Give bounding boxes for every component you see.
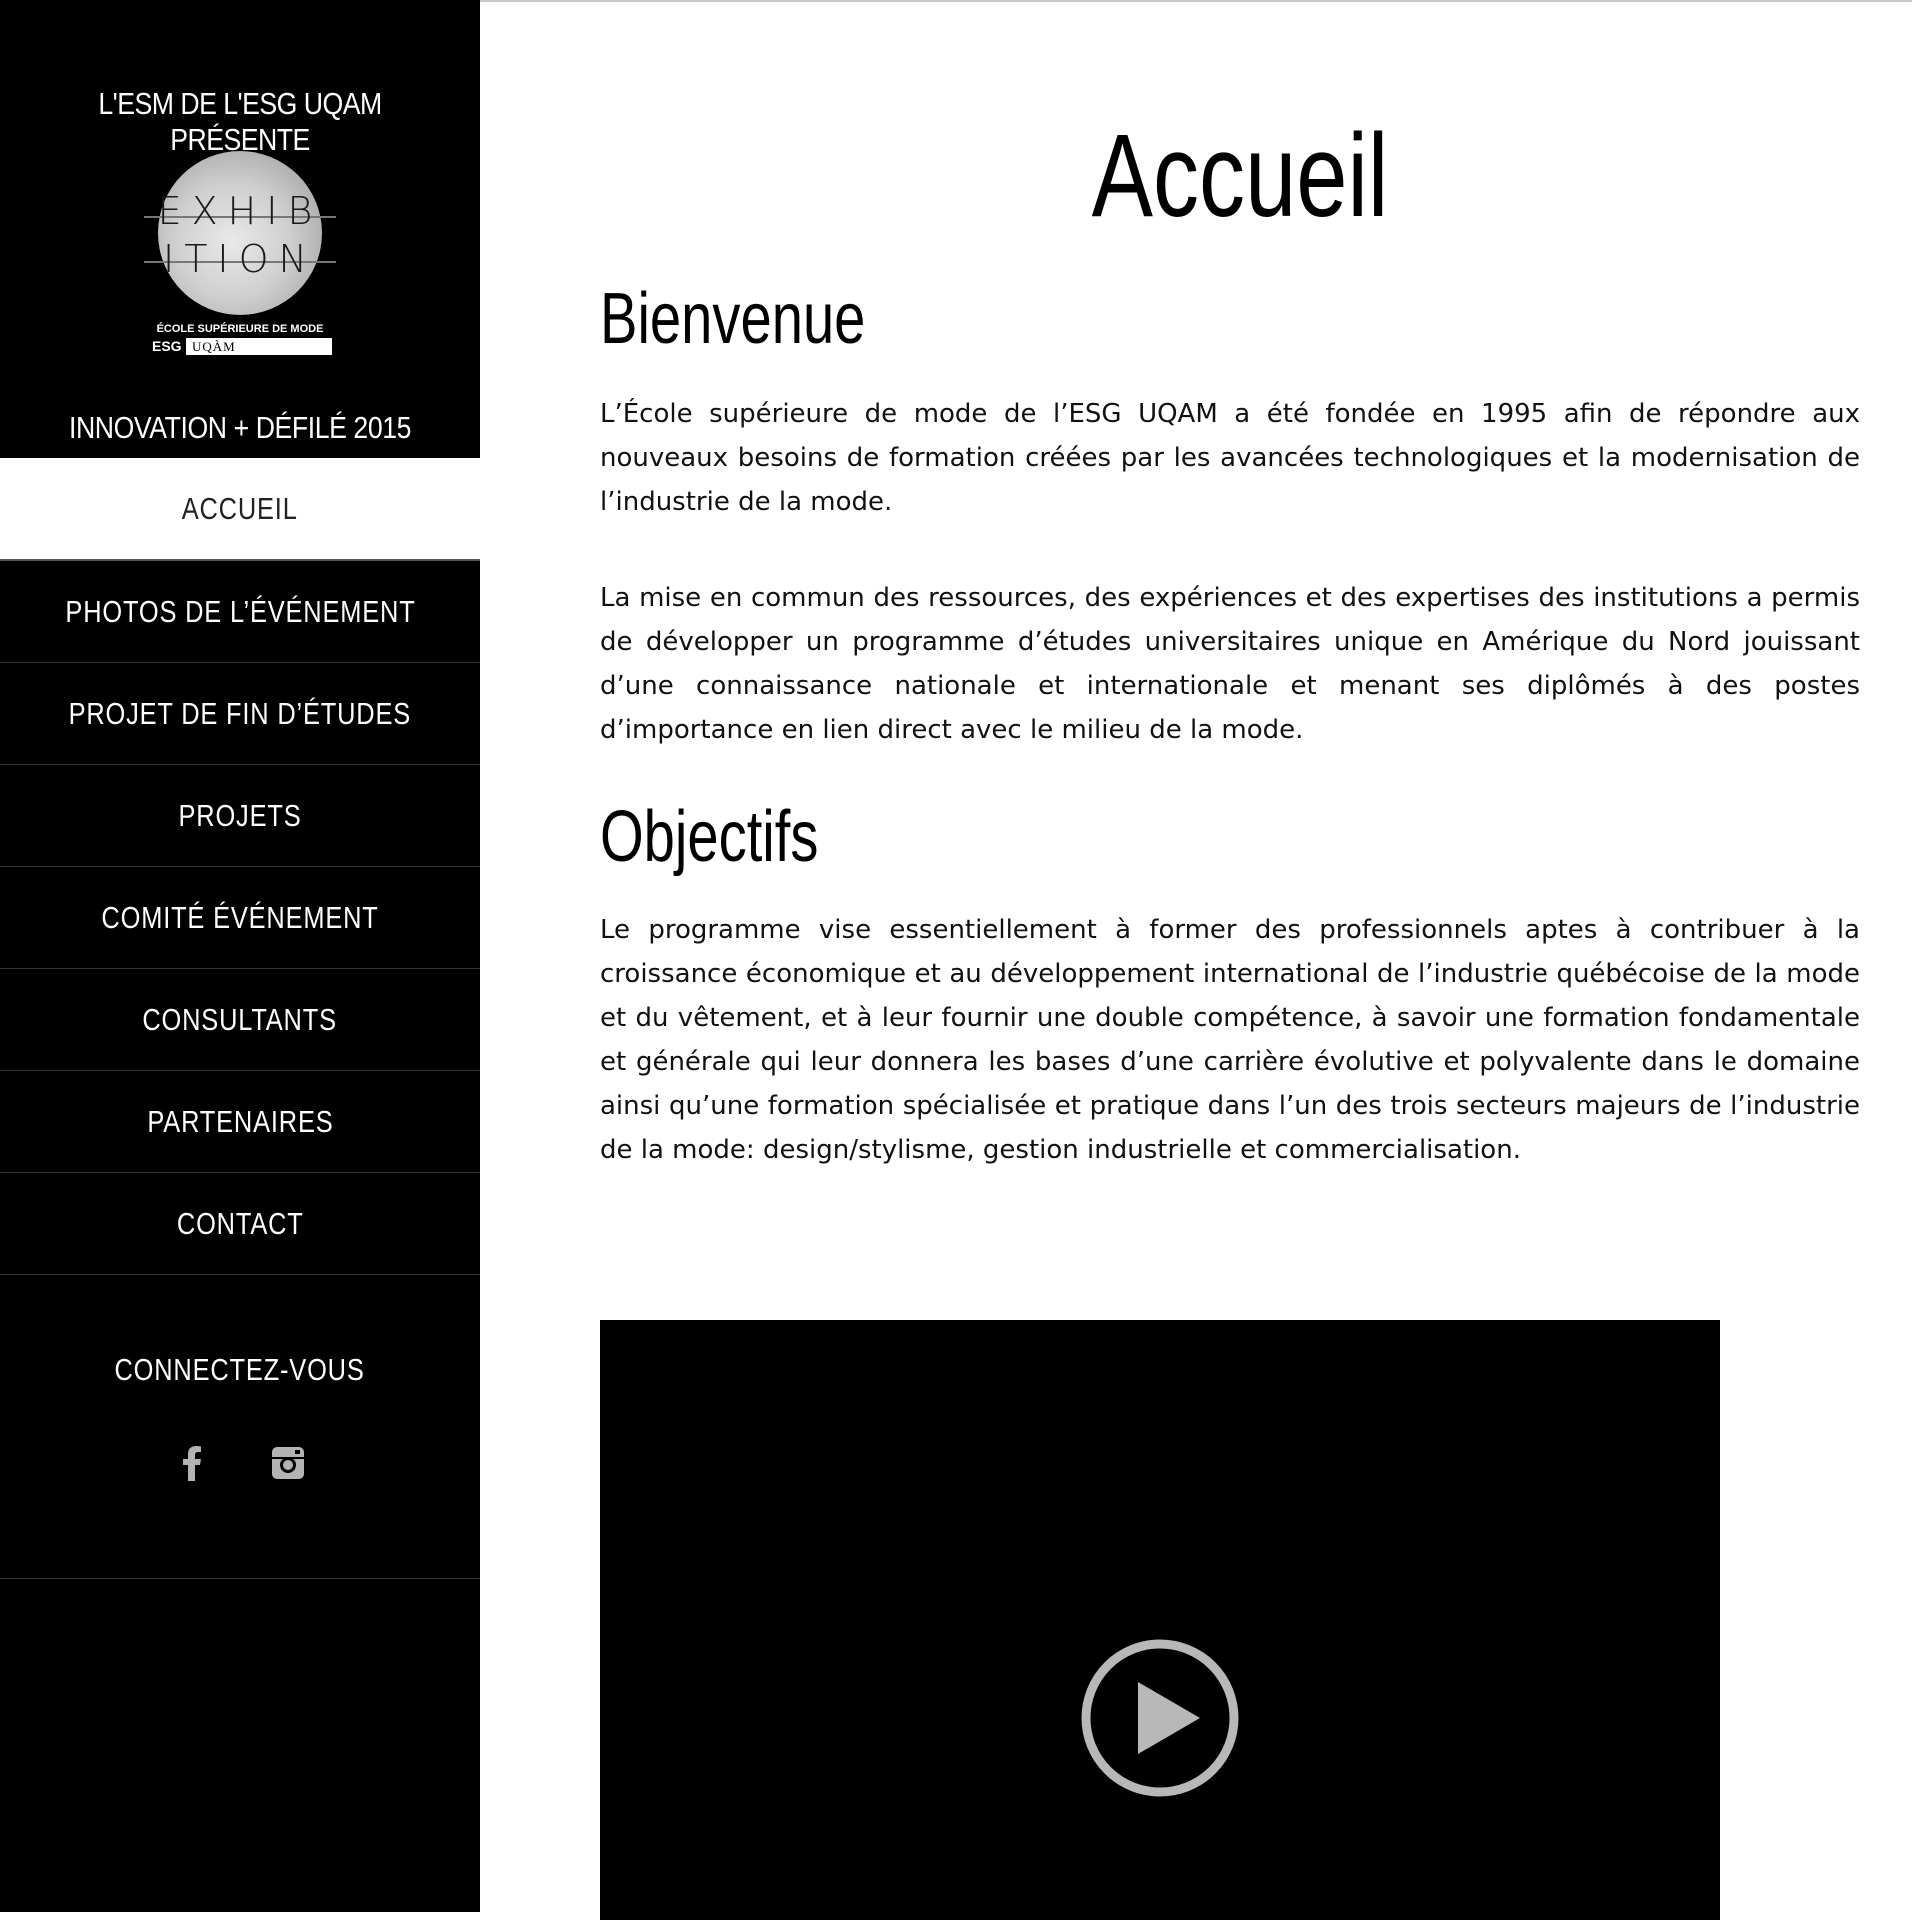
nav-item-projet-fin-etudes[interactable]: PROJET DE FIN D’ÉTUDES (0, 663, 480, 765)
main-nav: ACCUEIL PHOTOS DE L’ÉVÉNEMENT PROJET DE … (0, 458, 480, 1275)
logo-circle (158, 151, 322, 315)
page-title: Accueil (1091, 110, 1389, 242)
logo-bar: ESG UQÀM (148, 338, 332, 355)
nav-item-comite[interactable]: COMITÉ ÉVÉNEMENT (0, 867, 480, 969)
facebook-glyph (183, 1446, 201, 1481)
logo-word-line1: EXHIB (157, 189, 323, 233)
connect-label-text: CONNECTEZ-VOUS (114, 1352, 366, 1387)
exhibition-logo[interactable]: EXHIB ITION ÉCOLE SUPÉRIEURE DE MODE ESG… (140, 145, 340, 360)
nav-item-label: ACCUEIL (182, 490, 298, 526)
heading-objectifs: Objectifs (600, 797, 819, 877)
instagram-icon[interactable] (268, 1443, 308, 1483)
heading-bienvenue: Bienvenue (600, 279, 866, 359)
nav-item-label: PHOTOS DE L’ÉVÉNEMENT (64, 593, 416, 629)
paragraph-objectifs: Le programme vise essentiellement à form… (600, 915, 1860, 1165)
nav-item-label: PROJET DE FIN D’ÉTUDES (68, 695, 412, 731)
logo-school-name: ÉCOLE SUPÉRIEURE DE MODE (156, 323, 324, 335)
logo-word-line2: ITION (163, 237, 317, 281)
nav-item-projets[interactable]: PROJETS (0, 765, 480, 867)
nav-item-label: CONSULTANTS (142, 1001, 338, 1037)
event-title: INNOVATION + DÉFILÉ 2015 (68, 410, 412, 445)
nav-item-contact[interactable]: CONTACT (0, 1173, 480, 1275)
nav-item-consultants[interactable]: CONSULTANTS (0, 969, 480, 1071)
nav-item-label: PARTENAIRES (146, 1103, 334, 1139)
nav-item-label: PROJETS (178, 797, 302, 833)
sidebar: L'ESM DE L'ESG UQAM PRÉSENTE EXHIB ITION… (0, 0, 480, 1912)
nav-item-label: COMITÉ ÉVÉNEMENT (101, 899, 379, 935)
play-icon[interactable] (1080, 1638, 1240, 1798)
nav-item-accueil[interactable]: ACCUEIL (0, 458, 480, 561)
play-glyph (1081, 1639, 1239, 1797)
logo-uqam: UQÀM (192, 339, 236, 354)
main-content: Accueil Bienvenue L’École supérieure de … (480, 0, 1912, 1920)
sidebar-divider (0, 1578, 480, 1579)
paragraph-intro: L’École supérieure de mode de l’ESG UQAM… (600, 399, 1860, 517)
facebook-icon[interactable] (172, 1443, 212, 1483)
paragraph-mission: La mise en commun des ressources, des ex… (600, 583, 1860, 745)
nav-item-photos[interactable]: PHOTOS DE L’ÉVÉNEMENT (0, 561, 480, 663)
nav-item-partenaires[interactable]: PARTENAIRES (0, 1071, 480, 1173)
instagram-glyph (272, 1447, 304, 1479)
connect-label: CONNECTEZ-VOUS (0, 1352, 480, 1388)
nav-item-label: CONTACT (176, 1205, 304, 1241)
logo-esg: ESG (148, 338, 186, 355)
video-player[interactable] (600, 1320, 1720, 1920)
